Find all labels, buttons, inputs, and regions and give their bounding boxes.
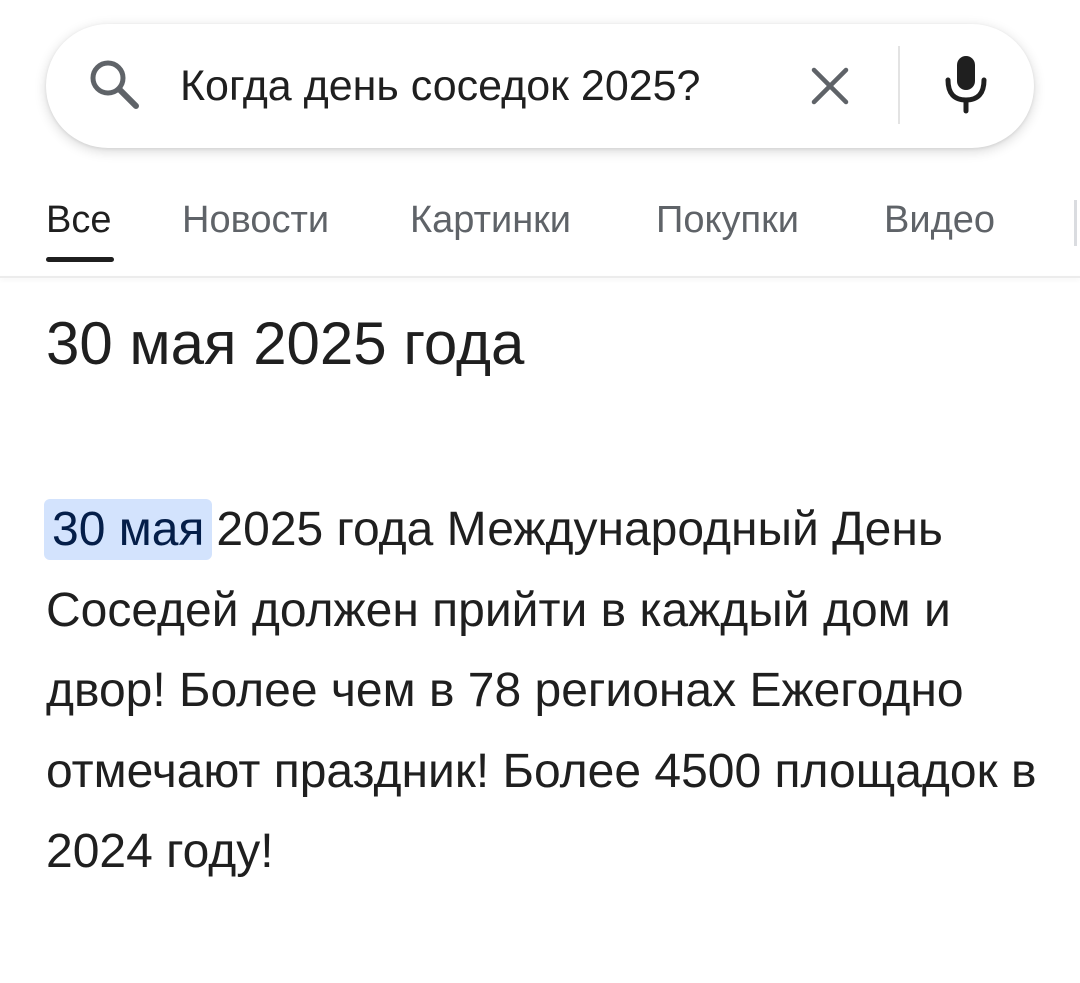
search-bar-divider [898, 46, 900, 124]
tab-images[interactable]: Картинки [410, 196, 571, 244]
tabs-divider [0, 276, 1080, 278]
search-tabs: Все Новости Картинки Покупки Видео [0, 180, 1080, 278]
tab-videos[interactable]: Видео [884, 196, 995, 244]
scroll-edge-indicator [1074, 200, 1077, 246]
microphone-icon[interactable] [940, 54, 992, 114]
active-tab-indicator [46, 257, 114, 262]
tab-all[interactable]: Все [46, 196, 111, 244]
search-input[interactable]: Когда день соседок 2025? [180, 58, 700, 114]
search-icon [90, 60, 139, 109]
highlighted-date: 30 мая [44, 499, 213, 560]
featured-answer-title: 30 мая 2025 года [46, 310, 525, 377]
featured-snippet-text: 30 мая 2025 года Международный День Сосед… [44, 490, 1046, 893]
close-icon[interactable] [806, 62, 854, 110]
tab-shopping[interactable]: Покупки [656, 196, 799, 244]
tab-news[interactable]: Новости [182, 196, 329, 244]
